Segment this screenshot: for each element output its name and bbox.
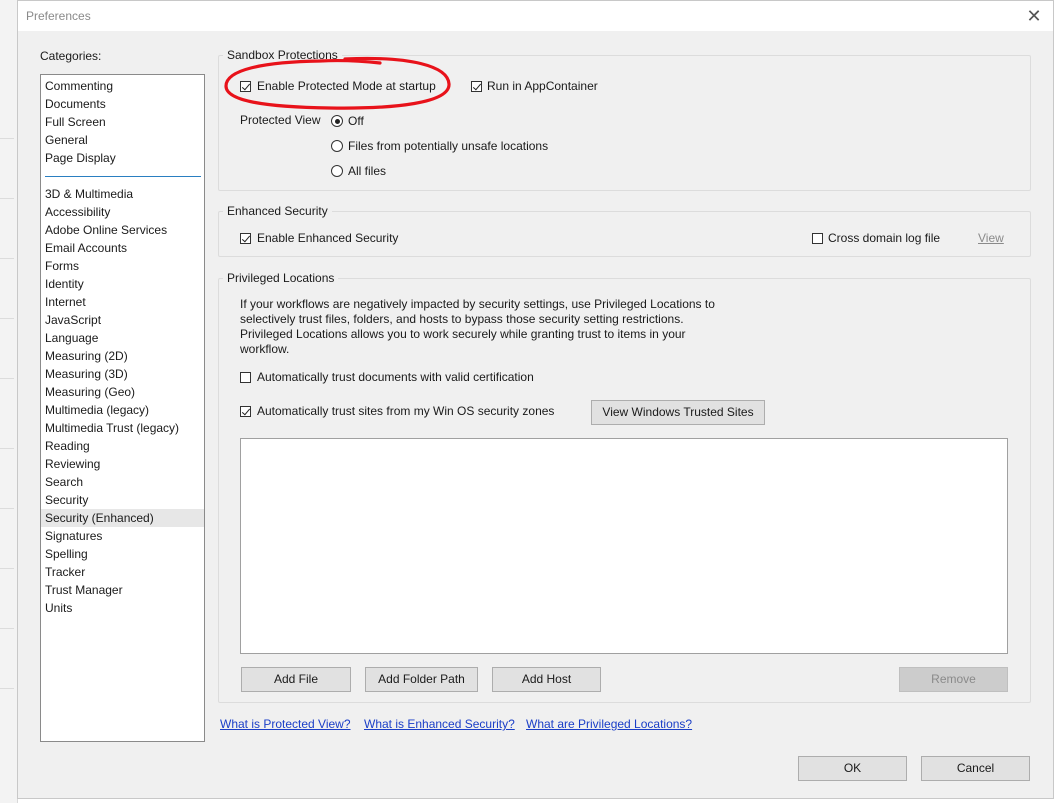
category-item[interactable]: Tracker [41, 563, 204, 581]
strip-divider [0, 628, 14, 629]
enhanced-security-label[interactable]: Enable Enhanced Security [257, 231, 398, 245]
enhanced-security-help-link[interactable]: What is Enhanced Security? [364, 717, 515, 731]
protected-view-unsafe-label[interactable]: Files from potentially unsafe locations [348, 139, 548, 153]
enhanced-security-legend: Enhanced Security [227, 204, 328, 218]
category-item[interactable]: JavaScript [41, 311, 204, 329]
cross-domain-label[interactable]: Cross domain log file [828, 231, 940, 245]
sandbox-protections-legend: Sandbox Protections [227, 48, 338, 62]
trust-sites-label[interactable]: Automatically trust sites from my Win OS… [257, 404, 554, 418]
enhanced-security-checkbox[interactable] [240, 233, 251, 244]
remove-button[interactable]: Remove [899, 667, 1008, 692]
category-item[interactable]: Measuring (3D) [41, 365, 204, 383]
cross-domain-checkbox[interactable] [812, 233, 823, 244]
view-trusted-sites-button[interactable]: View Windows Trusted Sites [591, 400, 765, 425]
strip-divider [0, 258, 14, 259]
privileged-locations-help-link[interactable]: What are Privileged Locations? [526, 717, 692, 731]
category-item[interactable]: Reviewing [41, 455, 204, 473]
privileged-locations-legend: Privileged Locations [227, 271, 335, 285]
protected-view-off-label[interactable]: Off [348, 114, 364, 128]
category-item[interactable]: Identity [41, 275, 204, 293]
category-item[interactable]: Security [41, 491, 204, 509]
category-item[interactable]: Page Display [41, 149, 204, 167]
trust-sites-checkbox[interactable] [240, 406, 251, 417]
category-item[interactable]: Security (Enhanced) [41, 509, 204, 527]
appcontainer-checkbox[interactable] [471, 81, 482, 92]
close-icon[interactable]: ✕ [1023, 5, 1045, 27]
category-item[interactable]: Documents [41, 95, 204, 113]
protected-view-all-radio[interactable] [331, 165, 343, 177]
category-item[interactable]: Commenting [41, 77, 204, 95]
strip-divider [0, 198, 14, 199]
add-file-button[interactable]: Add File [241, 667, 351, 692]
title-bar: Preferences ✕ [18, 1, 1053, 31]
appcontainer-label[interactable]: Run in AppContainer [487, 79, 598, 93]
protected-view-off-radio[interactable] [331, 115, 343, 127]
category-item[interactable]: General [41, 131, 204, 149]
category-item[interactable]: Multimedia (legacy) [41, 401, 204, 419]
categories-label: Categories: [40, 49, 102, 63]
trust-documents-label[interactable]: Automatically trust documents with valid… [257, 370, 534, 384]
protected-view-all-label[interactable]: All files [348, 164, 386, 178]
strip-divider [0, 448, 14, 449]
category-item[interactable]: Measuring (Geo) [41, 383, 204, 401]
ok-button[interactable]: OK [798, 756, 907, 781]
view-log-link[interactable]: View [978, 231, 1004, 245]
category-item[interactable]: Language [41, 329, 204, 347]
add-host-button[interactable]: Add Host [492, 667, 601, 692]
privileged-locations-list[interactable] [240, 438, 1008, 654]
category-item[interactable]: Internet [41, 293, 204, 311]
category-item[interactable]: Trust Manager [41, 581, 204, 599]
protected-mode-checkbox[interactable] [240, 81, 251, 92]
category-item[interactable]: Accessibility [41, 203, 204, 221]
category-item[interactable]: Multimedia Trust (legacy) [41, 419, 204, 437]
trust-documents-checkbox[interactable] [240, 372, 251, 383]
category-item[interactable]: Adobe Online Services [41, 221, 204, 239]
category-item[interactable]: Reading [41, 437, 204, 455]
background-window-strip [0, 0, 18, 803]
window-title: Preferences [26, 9, 91, 23]
privileged-description: If your workflows are negatively impacte… [240, 297, 715, 356]
categories-separator [45, 176, 201, 177]
strip-divider [0, 508, 14, 509]
strip-divider [0, 568, 14, 569]
category-item[interactable]: Email Accounts [41, 239, 204, 257]
category-item[interactable]: 3D & Multimedia [41, 185, 204, 203]
add-folder-path-button[interactable]: Add Folder Path [365, 667, 478, 692]
strip-divider [0, 688, 14, 689]
strip-divider [0, 138, 14, 139]
strip-divider [0, 378, 14, 379]
category-item[interactable]: Units [41, 599, 204, 617]
cancel-button[interactable]: Cancel [921, 756, 1030, 781]
category-item[interactable]: Forms [41, 257, 204, 275]
category-item[interactable]: Spelling [41, 545, 204, 563]
protected-view-unsafe-radio[interactable] [331, 140, 343, 152]
category-item[interactable]: Search [41, 473, 204, 491]
strip-divider [0, 318, 14, 319]
protected-view-help-link[interactable]: What is Protected View? [220, 717, 351, 731]
categories-list[interactable]: Commenting Documents Full Screen General Pag… [40, 74, 205, 742]
category-item[interactable]: Measuring (2D) [41, 347, 204, 365]
category-item[interactable]: Signatures [41, 527, 204, 545]
category-item[interactable]: Full Screen [41, 113, 204, 131]
preferences-dialog: Preferences ✕ Categories: Commenting Docu… [17, 0, 1054, 799]
protected-view-label: Protected View [240, 113, 321, 127]
protected-mode-label[interactable]: Enable Protected Mode at startup [257, 79, 436, 93]
